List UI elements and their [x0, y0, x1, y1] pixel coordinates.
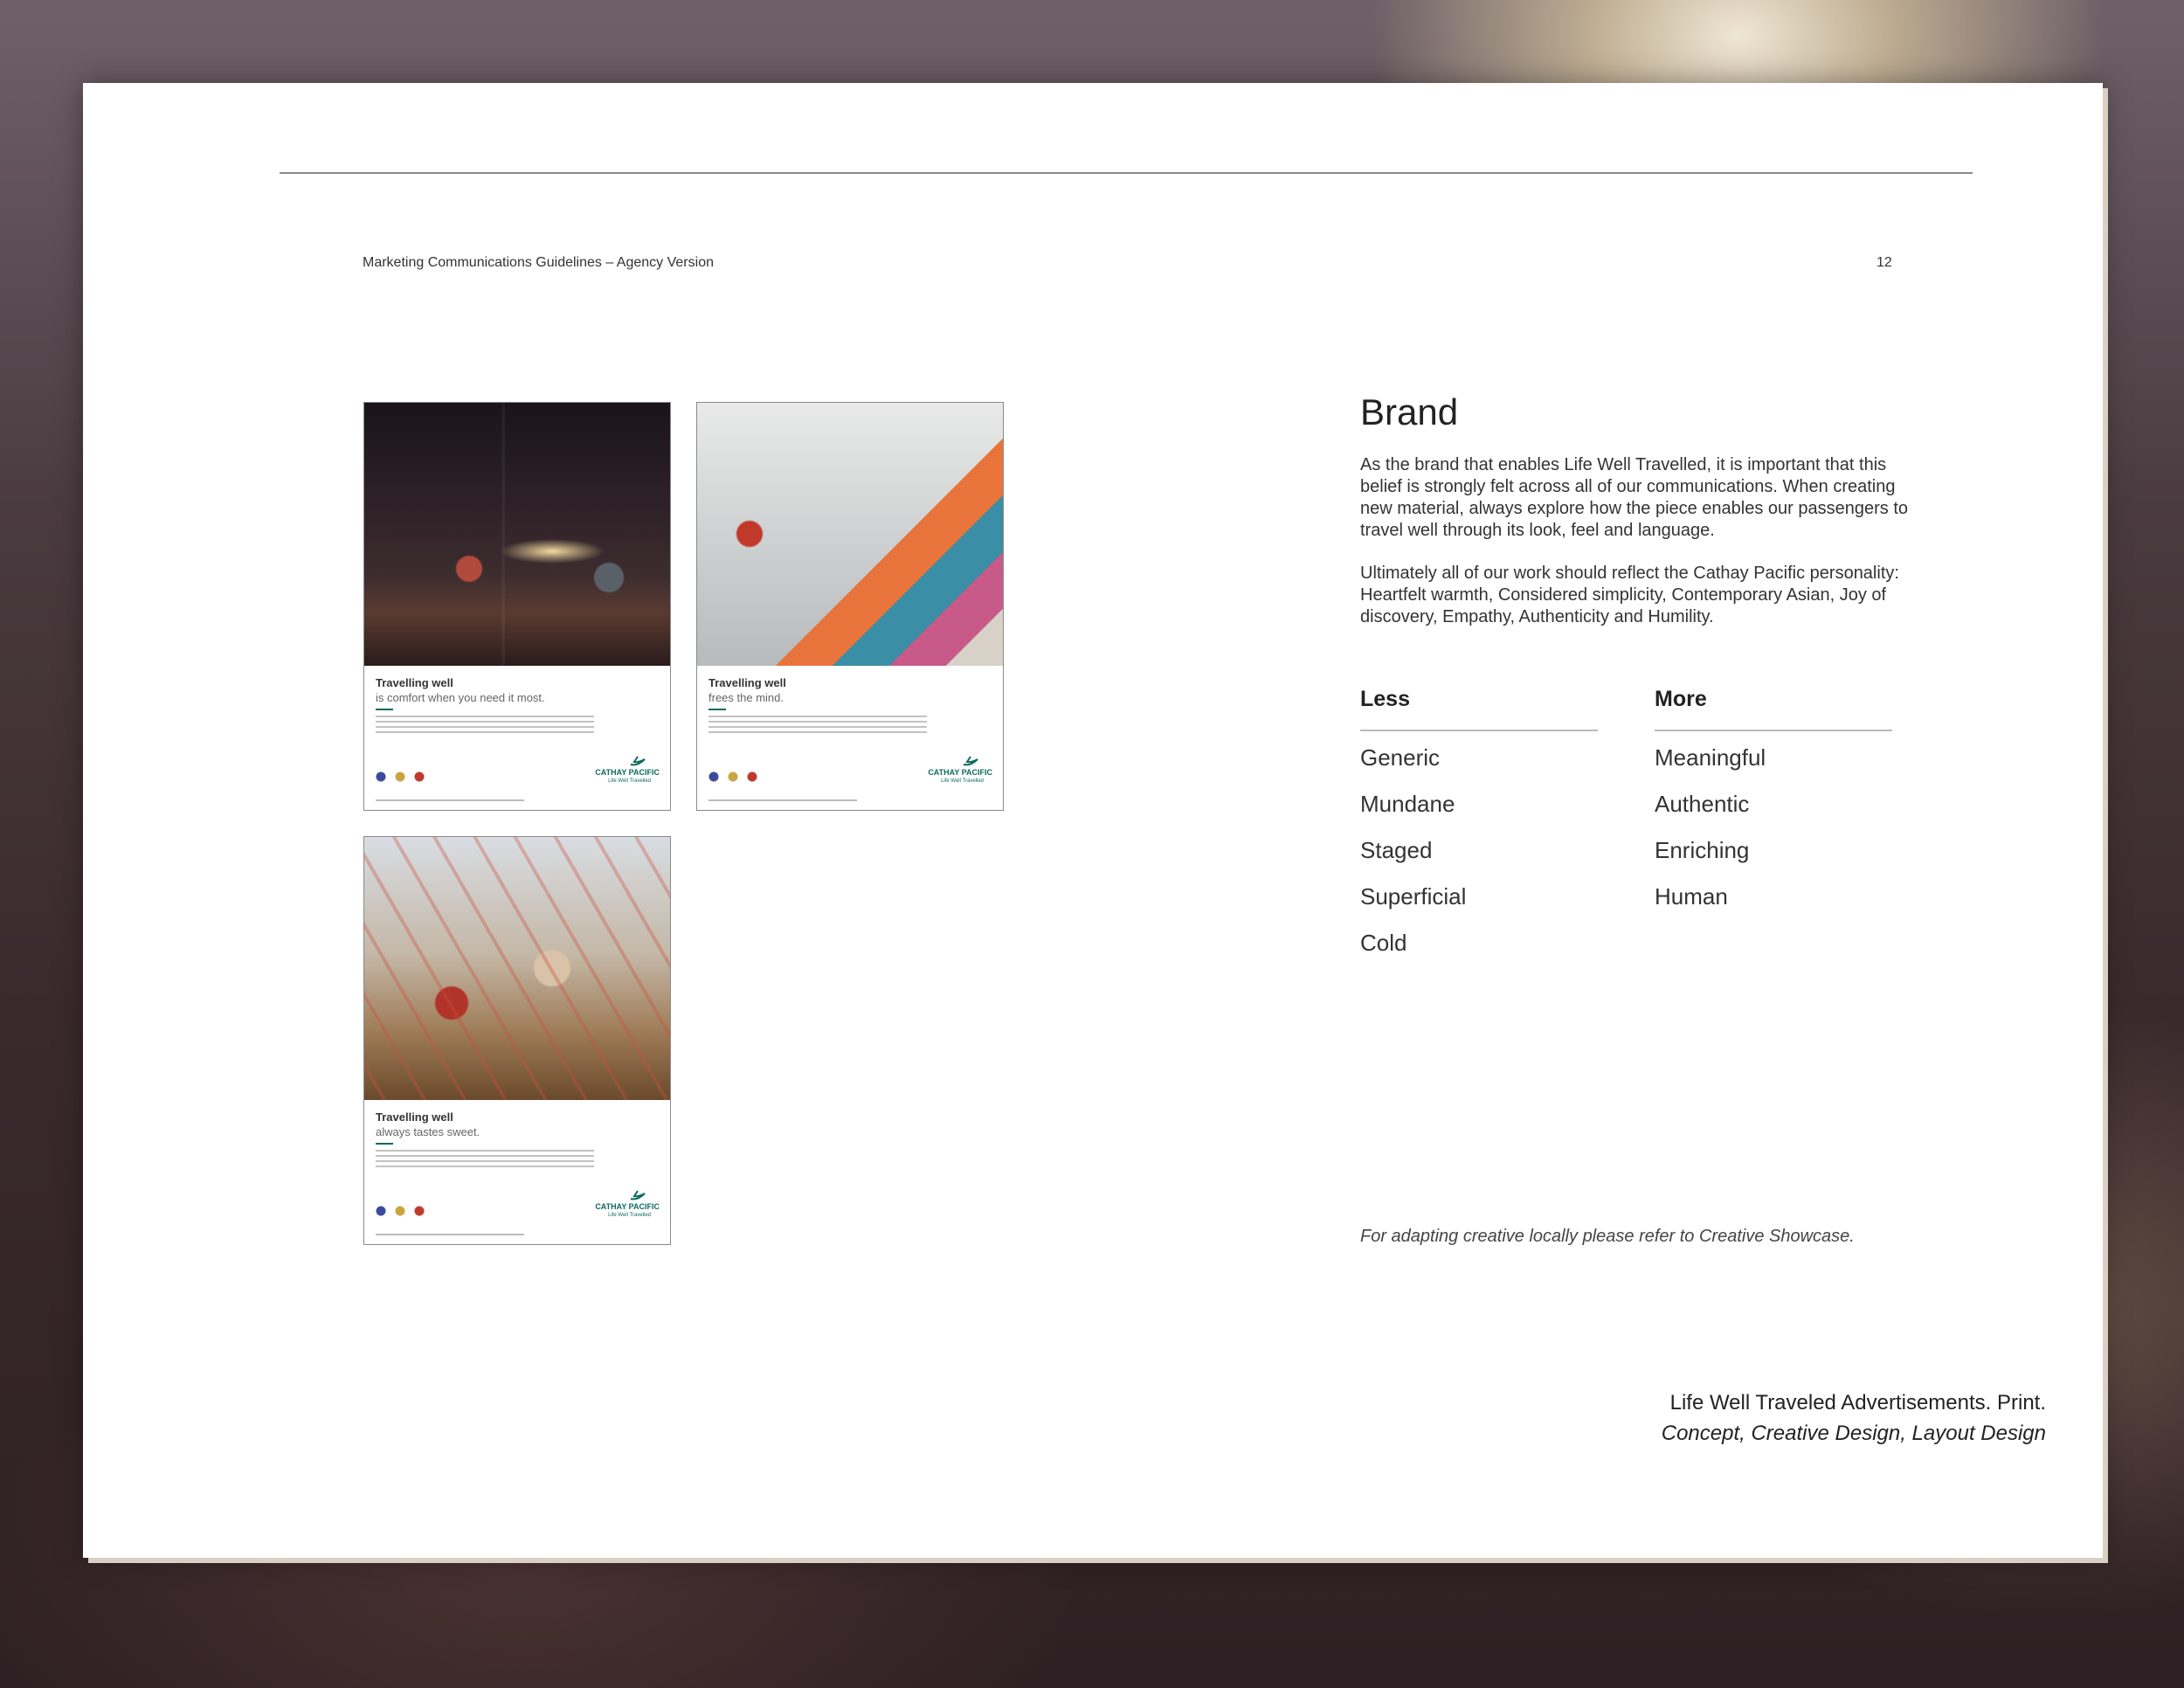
brand-paragraph-2: Ultimately all of our work should reflec…: [1360, 564, 1899, 626]
ad-headline: Travelling well: [708, 676, 786, 689]
ad-body-copy: [376, 716, 594, 735]
ad-brand: CATHAY PACIFIC: [928, 768, 992, 777]
ad-photo-picnic: [364, 837, 670, 1100]
ad-body-copy: [708, 716, 927, 735]
more-item: Enriching: [1655, 837, 1750, 863]
less-item: Staged: [1360, 837, 1433, 863]
creative-showcase-note: For adapting creative locally please ref…: [1360, 1227, 1855, 1246]
ad-fine-print: [376, 799, 524, 801]
ad-fine-print: [376, 1234, 524, 1235]
ad-subline: is comfort when you need it most.: [376, 691, 545, 704]
less-item: Generic: [1360, 744, 1441, 771]
cathay-logo-icon: [630, 1190, 646, 1200]
ad-photo-cabin: [697, 403, 1003, 666]
caption-title: Life Well Traveled Advertisements. Print…: [1669, 1391, 2046, 1415]
less-item: Mundane: [1360, 791, 1455, 817]
brand-paragraph-1: As the brand that enables Life Well Trav…: [1360, 455, 1909, 540]
more-item: Meaningful: [1655, 744, 1766, 771]
ad-headline: Travelling well: [376, 1110, 453, 1124]
award-badges: [708, 771, 761, 782]
ad-subline: frees the mind.: [708, 691, 784, 704]
brand-heading: Brand: [1360, 391, 1459, 432]
award-badges: [376, 1206, 428, 1216]
less-item: Superficial: [1360, 883, 1467, 910]
accent-bar: [376, 709, 393, 710]
ad-subline: always tastes sweet.: [376, 1125, 480, 1138]
document-title: Marketing Communications Guidelines – Ag…: [363, 255, 714, 270]
cathay-logo-icon: [963, 756, 978, 766]
less-item: Cold: [1360, 930, 1407, 956]
ad-headline: Travelling well: [376, 676, 453, 689]
ad-comfort: Travelling well is comfort when you need…: [363, 402, 671, 811]
ad-brand: CATHAY PACIFIC: [595, 1202, 660, 1211]
ad-brand: CATHAY PACIFIC: [595, 768, 660, 777]
accent-bar: [708, 709, 726, 710]
less-rule: [1360, 730, 1598, 731]
ad-frees-mind: Travelling well frees the mind. CATHAY P…: [696, 402, 1004, 811]
more-item: Human: [1655, 883, 1728, 910]
ad-fine-print: [708, 799, 857, 801]
ad-body-copy: [376, 1150, 594, 1169]
ad-photo-hotel: [364, 403, 670, 666]
cathay-logo-icon: [630, 756, 646, 766]
more-heading: More: [1655, 687, 1707, 711]
award-badges: [376, 771, 428, 782]
page-number: 12: [1876, 255, 1892, 270]
ad-tagline: Life Well Travelled: [608, 778, 651, 784]
document-page: [83, 83, 2103, 1558]
more-item: Authentic: [1655, 791, 1750, 817]
caption-roles: Concept, Creative Design, Layout Design: [1661, 1422, 2046, 1445]
more-rule: [1655, 730, 1892, 731]
ad-tagline: Life Well Travelled: [941, 778, 984, 784]
ad-tastes-sweet: Travelling well always tastes sweet. CAT…: [363, 836, 671, 1245]
header-rule: [280, 172, 1973, 174]
ad-tagline: Life Well Travelled: [608, 1213, 651, 1218]
less-heading: Less: [1360, 687, 1410, 711]
accent-bar: [376, 1143, 393, 1145]
